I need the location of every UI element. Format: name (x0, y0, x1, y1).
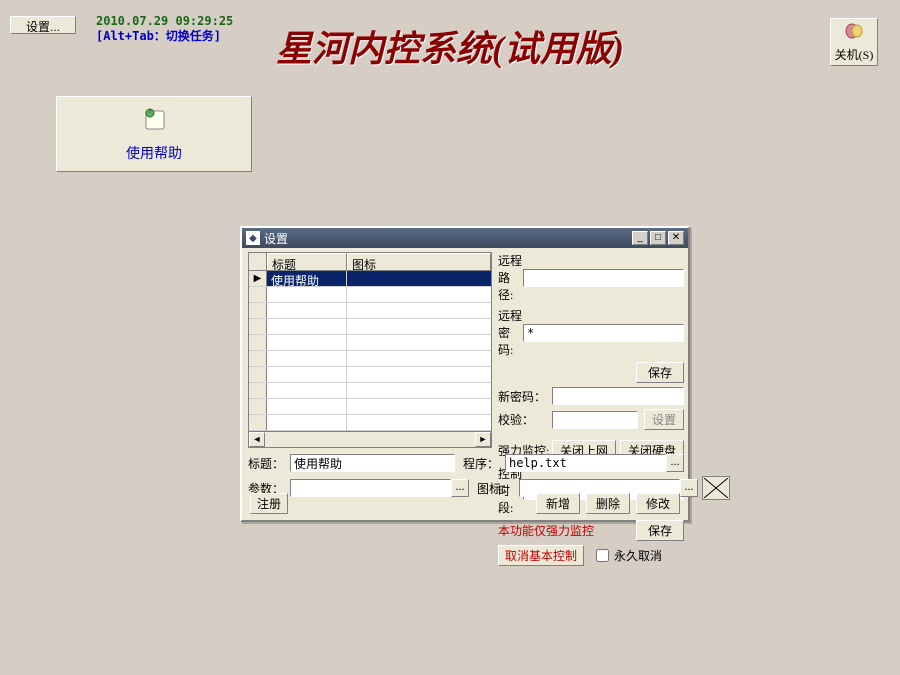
new-password-label: 新密码： (498, 388, 552, 405)
verify-label: 校验： (498, 411, 552, 428)
power-icon (844, 22, 864, 44)
remote-password-label: 远程密码: (498, 307, 523, 358)
icon-field-label: 图标： (477, 480, 519, 497)
app-title: 星河内控系统(试用版) (0, 20, 900, 72)
shutdown-button[interactable]: 关机(S) (830, 18, 878, 66)
params-input[interactable] (290, 479, 451, 497)
save-period-button[interactable]: 保存 (636, 520, 684, 541)
cancel-basic-control-button[interactable]: 取消基本控制 (498, 545, 584, 566)
items-grid[interactable]: 标题 图标 ▶ 使用帮助 ◄ (248, 252, 492, 448)
program-input[interactable] (505, 454, 666, 472)
program-field-label: 程序： (463, 455, 505, 472)
grid-col-icon[interactable]: 图标 (347, 253, 491, 270)
close-button[interactable]: ✕ (668, 231, 684, 245)
set-password-button: 设置 (644, 409, 684, 430)
grid-hscrollbar[interactable]: ◄ ► (249, 431, 491, 447)
permanent-cancel-checkbox[interactable]: 永久取消 (592, 546, 662, 565)
params-browse-button[interactable]: ... (451, 479, 469, 497)
title-field-label: 标题： (248, 455, 290, 472)
program-browse-button[interactable]: ... (666, 454, 684, 472)
force-only-note: 本功能仅强力监控 (498, 522, 636, 539)
settings-dialog: ◆ 设置 _ □ ✕ 标题 图标 ▶ 使用帮助 (240, 226, 690, 522)
save-remote-button[interactable]: 保存 (636, 362, 684, 383)
verify-input[interactable] (552, 411, 638, 429)
dialog-title: 设置 (264, 230, 288, 247)
minimize-button[interactable]: _ (632, 231, 648, 245)
title-input[interactable] (290, 454, 455, 472)
new-password-input[interactable] (552, 387, 684, 405)
permanent-cancel-label: 永久取消 (614, 547, 662, 564)
scroll-left-button[interactable]: ◄ (249, 432, 265, 447)
icon-browse-button[interactable]: ... (680, 479, 698, 497)
grid-cell-title: 使用帮助 (267, 271, 347, 286)
dialog-app-icon: ◆ (246, 231, 260, 245)
modify-button[interactable]: 修改 (636, 493, 680, 514)
help-tile-label: 使用帮助 (126, 143, 182, 163)
note-icon (138, 105, 170, 137)
grid-col-title[interactable]: 标题 (267, 253, 347, 270)
add-button[interactable]: 新增 (536, 493, 580, 514)
remote-password-input[interactable] (523, 324, 684, 342)
remote-path-label: 远程路径: (498, 252, 523, 303)
dialog-titlebar[interactable]: ◆ 设置 _ □ ✕ (242, 228, 688, 248)
shutdown-label: 关机(S) (835, 46, 874, 63)
icon-preview (702, 476, 730, 500)
delete-button[interactable]: 删除 (586, 493, 630, 514)
row-indicator-icon: ▶ (254, 273, 262, 284)
remote-path-input[interactable] (523, 269, 684, 287)
scroll-right-button[interactable]: ► (475, 432, 491, 447)
help-tile[interactable]: 使用帮助 (56, 96, 252, 172)
grid-row[interactable]: ▶ 使用帮助 (249, 271, 491, 287)
register-button[interactable]: 注册 (250, 493, 288, 514)
grid-cell-icon (347, 271, 491, 286)
permanent-cancel-checkbox-input[interactable] (596, 549, 609, 562)
maximize-button[interactable]: □ (650, 231, 666, 245)
